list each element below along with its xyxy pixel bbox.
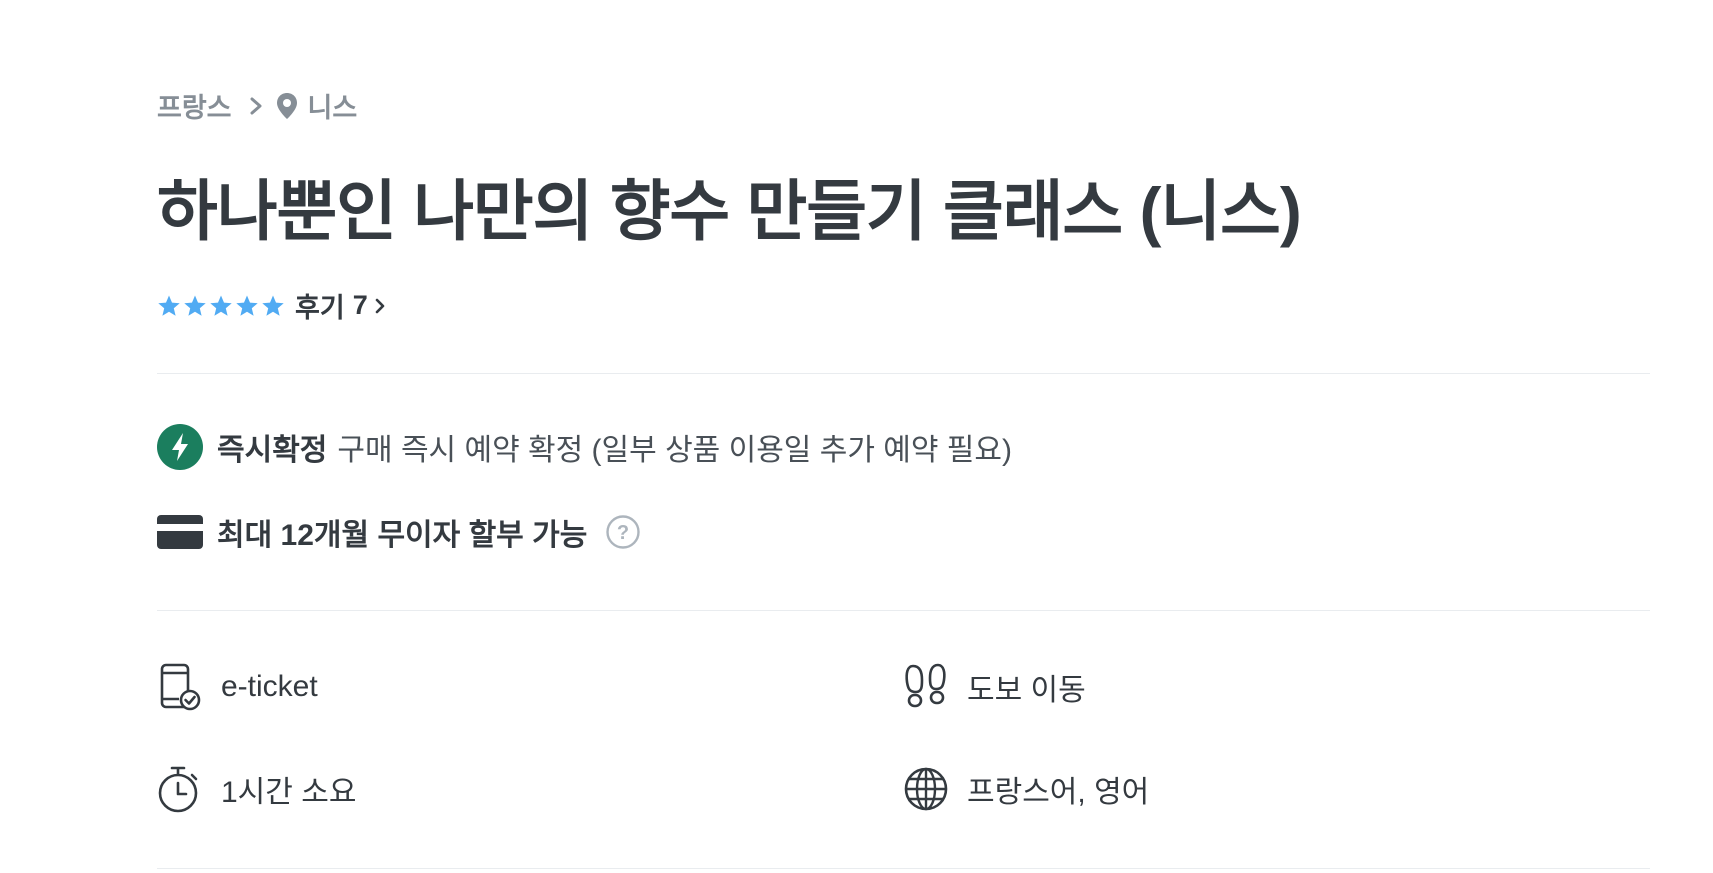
credit-card-icon [157, 515, 203, 549]
star-icon [236, 295, 258, 316]
breadcrumb: 프랑스 니스 [157, 86, 357, 125]
chevron-right-icon [375, 298, 385, 313]
page-title: 하나뿐인 나만의 향수 만들기 클래스 (니스) [157, 174, 1302, 248]
review-count: 7 [352, 290, 368, 320]
installment-label: 최대 12개월 무이자 할부 가능 [217, 519, 588, 552]
divider [157, 610, 1650, 611]
svg-text:?: ? [617, 522, 629, 544]
feature-text: 1시간 소요 [221, 776, 357, 809]
rating-review-link[interactable]: 후기 7 [157, 286, 386, 325]
review-label: 후기 [295, 293, 345, 323]
feature-text: 도보 이동 [967, 674, 1086, 707]
feature-text: 프랑스어, 영어 [967, 776, 1150, 809]
feature-item: 도보 이동 [903, 662, 1086, 712]
star-icon [158, 295, 180, 316]
stopwatch-icon [158, 766, 198, 813]
chevron-right-icon [250, 97, 262, 114]
installment-row: 최대 12개월 무이자 할부 가능 ? [157, 510, 641, 554]
instant-confirm-description: 구매 즉시 예약 확정 (일부 상품 이용일 추가 예약 필요) [337, 434, 1013, 467]
instant-confirm-row: 즉시확정 구매 즉시 예약 확정 (일부 상품 이용일 추가 예약 필요) [157, 424, 1012, 470]
star-icon [184, 295, 206, 316]
star-icon [262, 295, 284, 316]
review-summary[interactable]: 후기 7 [295, 286, 386, 325]
mobile-ticket-icon [160, 663, 201, 711]
breadcrumb-country[interactable]: 프랑스 [157, 86, 232, 125]
globe-icon [904, 767, 948, 811]
instant-confirm-label: 즉시확정 [217, 434, 328, 467]
feature-item: e-ticket [157, 662, 318, 712]
question-circle-icon[interactable]: ? [605, 514, 641, 550]
star-rating [157, 294, 285, 318]
feature-item: 프랑스어, 영어 [903, 764, 1149, 814]
map-pin-icon [276, 92, 297, 119]
lightning-bolt-icon [157, 424, 203, 470]
divider [157, 373, 1650, 374]
feature-text: e-ticket [221, 670, 318, 703]
divider [157, 868, 1650, 869]
feature-item: 1시간 소요 [157, 764, 356, 814]
star-icon [210, 295, 232, 316]
breadcrumb-city[interactable]: 니스 [308, 86, 358, 125]
footprints-icon [905, 663, 946, 708]
